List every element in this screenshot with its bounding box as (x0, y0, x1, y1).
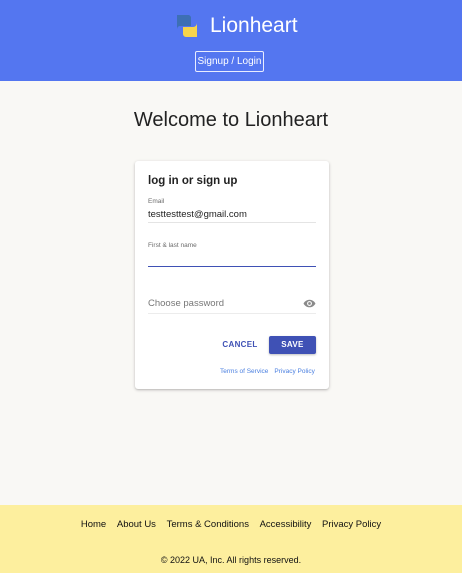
header-bar: Lionheart Signup / Login (0, 0, 462, 81)
signup-login-button[interactable]: Signup / Login (195, 51, 264, 72)
brand[interactable]: Lionheart (173, 12, 298, 40)
privacy-policy-link[interactable]: Privacy Policy (274, 368, 314, 375)
footer-link-privacy[interactable]: Privacy Policy (322, 519, 381, 530)
footer-link-accessibility[interactable]: Accessibility (260, 519, 312, 530)
footer-link-home[interactable]: Home (81, 519, 106, 530)
footer-nav: Home About Us Terms & Conditions Accessi… (0, 519, 462, 530)
page-title: Welcome to Lionheart (133, 109, 329, 131)
cancel-button[interactable]: CANCEL (222, 337, 258, 353)
save-button[interactable]: SAVE (269, 336, 316, 354)
card-title: log in or sign up (148, 175, 238, 187)
email-field[interactable]: Email testtesttest@gmail.com (148, 198, 316, 223)
eye-icon[interactable] (303, 297, 316, 310)
brand-name: Lionheart (210, 14, 298, 37)
name-label: First & last name (148, 242, 197, 249)
footer: Home About Us Terms & Conditions Accessi… (0, 505, 462, 573)
login-card: log in or sign up Email testtesttest@gma… (135, 161, 329, 389)
email-value[interactable]: testtesttest@gmail.com (148, 208, 316, 221)
name-field[interactable]: First & last name (148, 242, 316, 267)
footer-link-terms[interactable]: Terms & Conditions (167, 519, 249, 530)
copyright: © 2022 UA, Inc. All rights reserved. (160, 555, 302, 565)
footer-link-about-us[interactable]: About Us (117, 519, 156, 530)
password-placeholder: Choose password (148, 298, 225, 309)
terms-of-service-link[interactable]: Terms of Service (220, 368, 268, 375)
python-logo-icon (177, 15, 197, 37)
password-field[interactable]: Choose password (148, 297, 316, 314)
card-links: Terms of Service Privacy Policy (220, 368, 315, 375)
email-label: Email (148, 198, 165, 205)
